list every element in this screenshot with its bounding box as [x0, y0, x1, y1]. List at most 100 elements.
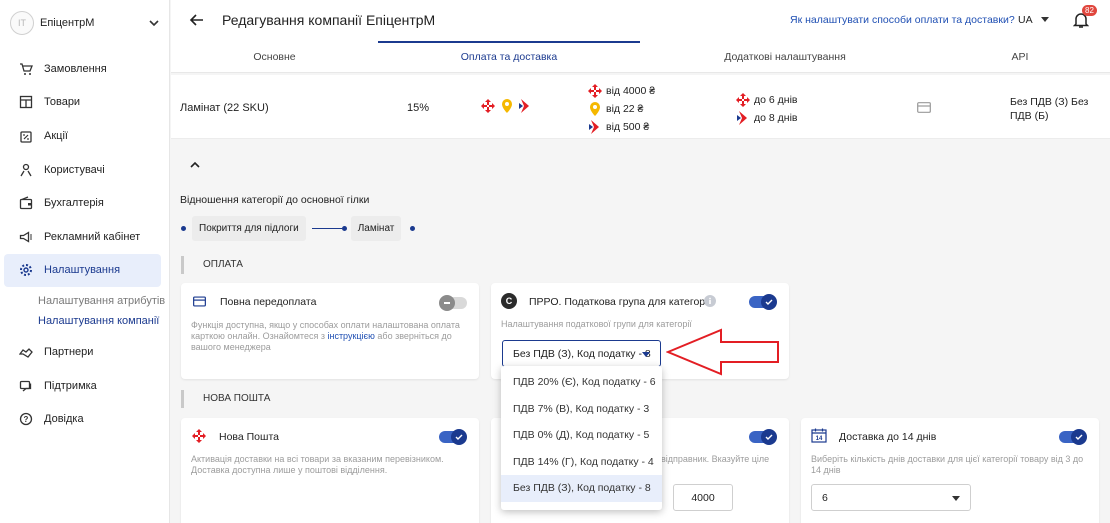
check-icon — [1075, 434, 1083, 440]
sidebar-item-label: Замовлення — [44, 62, 107, 75]
help-icon: ? — [18, 411, 34, 427]
tax-group-selected: Без ПДВ (З), Код податку - 8 — [513, 347, 651, 360]
breadcrumb-connector — [311, 228, 342, 229]
sidebar-item-orders[interactable]: Замовлення — [4, 52, 161, 86]
delivery-14-description: Виберіть кількість днів доставки для ціє… — [811, 454, 1084, 475]
nova-poshta-description: Активація доставки на всі товари за вказ… — [191, 454, 444, 475]
price-row: від 500 ₴ — [588, 118, 655, 136]
prepay-description: Функція доступна, якщо у способах оплати… — [191, 320, 461, 353]
sidebar-subitem-company[interactable]: Налаштування компанії — [0, 311, 170, 331]
prepay-title: Повна передоплата — [220, 296, 317, 308]
check-icon — [765, 299, 773, 305]
sidebar-item-label: Користувачі — [44, 163, 105, 176]
sidebar-item-label: Налаштування — [44, 264, 121, 277]
page-header: Редагування компанії ЕпіцентрМ Як налашт… — [171, 0, 1110, 41]
category-breadcrumb: Покриття для підлоги Ламінат — [181, 216, 416, 241]
info-icon[interactable] — [704, 295, 716, 307]
page-title: Редагування компанії ЕпіцентрМ — [222, 12, 436, 28]
sidebar-item-support[interactable]: Підтримка — [4, 369, 161, 403]
tab-main[interactable]: Основне — [171, 41, 378, 72]
credit-card-icon — [193, 296, 206, 307]
breadcrumb-item: Ламінат — [350, 216, 402, 241]
delivery-14-title: Доставка до 14 днів — [839, 431, 937, 443]
notification-badge: 82 — [1082, 5, 1097, 16]
nova-poshta-title: Нова Пошта — [219, 431, 279, 443]
section-payment: ОПЛАТА — [181, 256, 243, 274]
tab-payment-delivery[interactable]: Оплата та доставка — [378, 41, 640, 72]
location-pin-icon — [502, 99, 512, 113]
sidebar: IT ЕпіцентрМ Замовлення Товари Акції Кор… — [0, 0, 170, 523]
tab-additional-settings[interactable]: Додаткові налаштування — [640, 41, 930, 72]
nova-poshta-toggle[interactable] — [439, 429, 467, 445]
svg-text:?: ? — [24, 415, 29, 424]
delivery-14-toggle[interactable] — [1059, 429, 1087, 445]
sidebar-item-help[interactable]: ? Довідка — [4, 402, 161, 436]
company-avatar: IT — [10, 11, 34, 35]
dropdown-option[interactable]: ПДВ 7% (В), Код податку - 3 — [501, 396, 662, 423]
prepay-toggle[interactable] — [439, 295, 467, 311]
promo-icon — [18, 128, 34, 144]
help-link[interactable]: Як налаштувати способи оплати та доставк… — [790, 14, 1015, 26]
sidebar-item-label: Акції — [44, 129, 68, 142]
tax-group-dropdown: ПДВ 20% (Є), Код податку - 6 ПДВ 7% (В),… — [501, 366, 662, 510]
prro-toggle[interactable] — [749, 294, 777, 310]
toggle-knob — [451, 429, 467, 445]
nova-poshta-icon — [588, 84, 602, 98]
cart-icon — [18, 61, 34, 77]
nova-poshta-card: Нова Пошта Активація доставки на всі тов… — [181, 418, 479, 523]
price-label: від 4000 ₴ — [606, 85, 656, 97]
sidebar-nav: Замовлення Товари Акції Користувачі Бухг… — [0, 52, 170, 436]
delivery-row: до 8 днів — [736, 109, 797, 127]
caret-down-icon — [952, 496, 960, 501]
caret-down-icon — [1040, 17, 1049, 22]
wallet-icon — [18, 195, 34, 211]
location-pin-icon — [590, 102, 600, 116]
toggle-knob — [761, 294, 777, 310]
sidebar-item-accounting[interactable]: Бухгалтерія — [4, 186, 161, 220]
sidebar-item-users[interactable]: Користувачі — [4, 153, 161, 187]
company-switcher[interactable]: IT ЕпіцентрМ — [10, 10, 160, 36]
sidebar-item-products[interactable]: Товари — [4, 86, 161, 120]
toggle-knob — [1071, 429, 1087, 445]
dropdown-option[interactable]: ПДВ 0% (Д), Код податку - 5 — [501, 422, 662, 449]
carrier-icons — [481, 99, 531, 113]
sidebar-item-partners[interactable]: Партнери — [4, 335, 161, 369]
price-row: від 22 ₴ — [588, 100, 655, 118]
sidebar-item-label: Довідка — [44, 413, 84, 426]
chevron-down-icon — [149, 20, 159, 27]
price-row: від 4000 ₴ — [588, 82, 655, 100]
category-name: Ламінат (22 SKU) — [180, 102, 269, 114]
language-label: UA — [1018, 14, 1033, 26]
language-selector[interactable]: UA — [1018, 14, 1049, 26]
caret-down-icon — [642, 352, 650, 357]
sidebar-item-ads[interactable]: Рекламний кабінет — [4, 220, 161, 254]
handshake-icon — [18, 344, 34, 360]
dropdown-option[interactable]: ПДВ 20% (Є), Код податку - 6 — [501, 369, 662, 396]
support-icon — [18, 378, 34, 394]
delivery-days-select[interactable]: 6 — [811, 484, 971, 511]
tax-group: Без ПДВ (З) Без ПДВ (Б) — [1010, 96, 1089, 122]
gear-icon — [18, 262, 34, 278]
instruction-link[interactable]: інструкцією — [327, 331, 374, 341]
sidebar-item-settings[interactable]: Налаштування — [4, 253, 161, 288]
company-name: ЕпіцентрМ — [40, 17, 95, 29]
min-price-toggle[interactable] — [749, 429, 777, 445]
dropdown-option-selected[interactable]: Без ПДВ (З), Код податку - 8 — [501, 475, 662, 502]
meest-icon — [589, 120, 599, 134]
sidebar-item-promotions[interactable]: Акції — [4, 119, 161, 153]
category-row[interactable]: Ламінат (22 SKU) 15% від 4000 ₴ від 22 ₴… — [171, 75, 1110, 139]
calendar-number: 14 — [815, 436, 823, 442]
tab-api[interactable]: API — [930, 41, 1110, 72]
sidebar-item-label: Підтримка — [44, 379, 97, 392]
prro-title: ПРРО. Податкова група для категорії — [529, 296, 711, 308]
min-price-input[interactable]: 4000 — [673, 484, 733, 511]
breadcrumb-item: Покриття для підлоги — [192, 216, 306, 241]
tax-group-select[interactable]: Без ПДВ (З), Код податку - 8 — [502, 340, 661, 367]
back-arrow-icon[interactable] — [189, 12, 205, 28]
dropdown-option[interactable]: ПДВ 14% (Г), Код податку - 4 — [501, 449, 662, 476]
prro-badge: С — [501, 293, 517, 309]
chevron-up-icon[interactable] — [189, 159, 201, 171]
sidebar-subitem-attributes[interactable]: Налаштування атрибутів — [0, 291, 170, 311]
check-icon — [455, 434, 463, 440]
toggle-knob — [761, 429, 777, 445]
